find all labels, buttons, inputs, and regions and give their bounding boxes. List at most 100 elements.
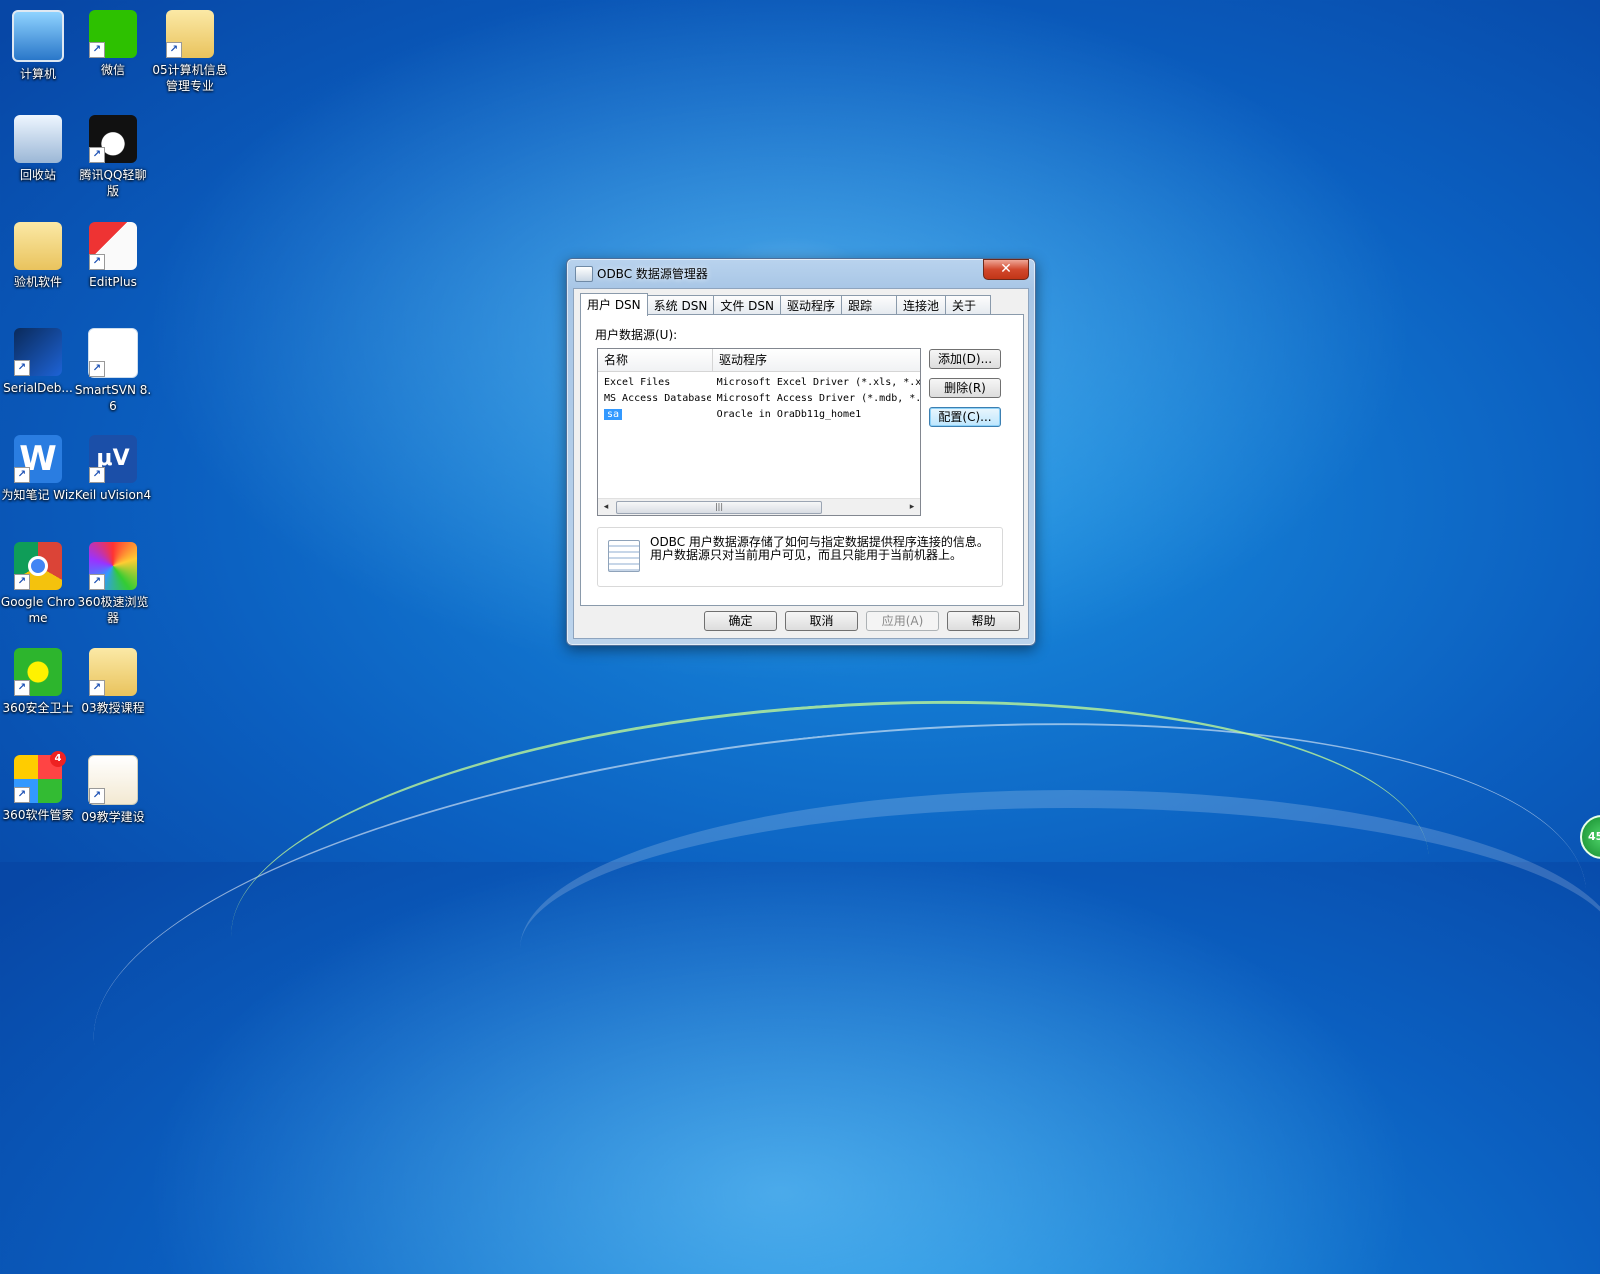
wallpaper-swoosh — [218, 663, 1442, 1130]
desktop-icon-label: 360安全卫士 — [2, 701, 74, 715]
shortcut-arrow-icon: ↗ — [14, 574, 30, 590]
folder-icon — [14, 222, 62, 270]
shortcut-arrow-icon: ↗ — [89, 680, 105, 696]
dsn-name-cell: sa — [598, 407, 711, 423]
desktop-icon-360-manager[interactable]: 4 ↗ 360软件管家 — [0, 751, 77, 823]
tab-file-dsn[interactable]: 文件 DSN — [713, 295, 781, 316]
desktop-icon-label: 腾讯QQ轻聊版 — [79, 168, 147, 198]
user-data-sources-label: 用户数据源(U): — [595, 328, 678, 342]
tab-about[interactable]: 关于 — [945, 295, 992, 316]
tab-user-dsn[interactable]: 用户 DSN — [580, 293, 648, 316]
speed-gadget[interactable]: 45 — [1580, 815, 1600, 859]
wallpaper-swoosh — [69, 657, 1600, 1274]
serial-debug-icon: ↗ — [14, 328, 62, 376]
desktop-icon-label: SerialDeb... — [3, 381, 73, 395]
desktop-icon-label: 计算机 — [19, 67, 56, 81]
remove-button[interactable]: 删除(R) — [929, 378, 1001, 398]
list-item[interactable]: MS Access Database Microsoft Access Driv… — [598, 391, 920, 407]
desktop-icon-360-safe[interactable]: ↗ 360安全卫士 — [0, 648, 77, 716]
dsn-name: MS Access Database — [604, 393, 711, 404]
dsn-driver: Microsoft Excel Driver (*.xls, *.x — [716, 377, 920, 388]
desktop-icon-03-course[interactable]: ↗ 03教授课程 — [74, 648, 152, 716]
360-safe-icon: ↗ — [14, 648, 62, 696]
horizontal-scrollbar[interactable]: ◂ ||| ▸ — [598, 498, 920, 515]
data-source-list[interactable]: 名称 驱动程序 Excel Files Microsoft Excel Driv… — [597, 348, 921, 516]
editplus-icon: ↗ — [89, 222, 137, 270]
scroll-right-icon[interactable]: ▸ — [904, 499, 920, 515]
desktop-icon-yanji[interactable]: 验机软件 — [0, 222, 77, 290]
chrome-icon: ↗ — [14, 542, 62, 590]
desktop-icon-editplus[interactable]: ↗ EditPlus — [74, 222, 152, 290]
wallpaper-swoosh — [520, 790, 1600, 1108]
tab-tracing[interactable]: 跟踪 — [840, 295, 897, 316]
odbc-dialog: ODBC 数据源管理器 ✕ 用户 DSN 系统 DSN 文件 DSN 驱动程序 … — [566, 258, 1036, 646]
scrollbar-thumb[interactable]: ||| — [616, 501, 822, 514]
apply-button[interactable]: 应用(A) — [866, 611, 939, 631]
scroll-left-icon[interactable]: ◂ — [598, 499, 614, 515]
desktop-icon-serialdebug[interactable]: ↗ SerialDeb... — [0, 328, 77, 396]
title-bar[interactable]: ODBC 数据源管理器 ✕ — [567, 259, 1035, 287]
dsn-driver: Oracle in OraDb11g_home1 — [716, 409, 862, 420]
desktop-icon-label: EditPlus — [89, 275, 137, 289]
help-button[interactable]: 帮助 — [947, 611, 1020, 631]
desktop-icon-wiz[interactable]: W ↗ 为知笔记 Wiz — [0, 435, 77, 503]
shortcut-arrow-icon: ↗ — [89, 574, 105, 590]
qq-penguin-icon: ↗ — [89, 115, 137, 163]
tab-system-dsn[interactable]: 系统 DSN — [646, 295, 715, 316]
desktop-icon-label: Keil uVision4 — [74, 488, 152, 502]
column-header-driver[interactable]: 驱动程序 — [713, 349, 919, 371]
shortcut-arrow-icon: ↗ — [166, 42, 182, 58]
desktop-icon-label: SmartSVN 8.6 — [74, 383, 152, 413]
recycle-bin-icon — [14, 115, 62, 163]
desktop-icon-label: 回收站 — [19, 168, 56, 182]
shortcut-arrow-icon: ↗ — [89, 42, 105, 58]
wechat-icon: ↗ — [89, 10, 137, 58]
desktop-icon-label: 微信 — [100, 63, 125, 77]
dialog-client-area: 用户 DSN 系统 DSN 文件 DSN 驱动程序 跟踪 连接池 关于 用户数据… — [573, 288, 1029, 639]
shortcut-arrow-icon: ↗ — [89, 467, 105, 483]
shortcut-arrow-icon: ↗ — [14, 360, 30, 376]
desktop-icon-360-browser[interactable]: ↗ 360极速浏览器 — [74, 542, 152, 626]
cancel-button[interactable]: 取消 — [785, 611, 858, 631]
desktop-icon-05-folder[interactable]: ↗ 05计算机信息管理专业 — [151, 10, 229, 94]
dsn-name: Excel Files — [604, 377, 671, 388]
desktop-icon-label: 360软件管家 — [2, 808, 74, 822]
desktop-icon-recycle-bin[interactable]: 回收站 — [0, 115, 77, 183]
list-header: 名称 驱动程序 — [598, 349, 920, 372]
360-software-manager-icon: 4 ↗ — [14, 751, 66, 803]
ok-button[interactable]: 确定 — [704, 611, 777, 631]
data-table-icon — [608, 540, 640, 572]
configure-button[interactable]: 配置(C)... — [929, 407, 1001, 427]
list-item-selected[interactable]: sa Oracle in OraDb11g_home1 — [598, 407, 920, 423]
add-button[interactable]: 添加(D)... — [929, 349, 1001, 369]
shortcut-arrow-icon: ↗ — [14, 467, 30, 483]
tab-connection-pooling[interactable]: 连接池 — [896, 295, 947, 316]
close-icon: ✕ — [1000, 261, 1012, 277]
desktop-icon-keil[interactable]: μV ↗ Keil uVision4 — [74, 435, 152, 503]
window-title: ODBC 数据源管理器 — [597, 267, 708, 281]
list-item[interactable]: Excel Files Microsoft Excel Driver (*.xl… — [598, 375, 920, 391]
smartsvn-icon: ↗ — [88, 328, 138, 378]
desktop-icon-label: 360极速浏览器 — [77, 595, 149, 625]
pdf-file-icon: ↗ — [88, 755, 138, 805]
desktop-icon-label: 05计算机信息管理专业 — [152, 63, 228, 93]
desktop-icon-label: 09教学建设 — [81, 810, 145, 824]
desktop-icon-qq[interactable]: ↗ 腾讯QQ轻聊版 — [74, 115, 152, 199]
desktop-icon-smartsvn[interactable]: ↗ SmartSVN 8.6 — [74, 328, 152, 414]
tab-drivers[interactable]: 驱动程序 — [779, 295, 842, 316]
desktop-icon-chrome[interactable]: ↗ Google Chrome — [0, 542, 77, 626]
column-header-name[interactable]: 名称 — [598, 349, 713, 371]
desktop-icon-wechat[interactable]: ↗ 微信 — [74, 10, 152, 78]
desktop-icon-computer[interactable]: 计算机 — [0, 10, 77, 82]
360-browser-icon: ↗ — [89, 542, 137, 590]
desktop-icon-label: 为知笔记 Wiz — [1, 488, 75, 502]
tab-strip: 用户 DSN 系统 DSN 文件 DSN 驱动程序 跟踪 连接池 关于 — [580, 293, 992, 316]
desktop-icon-09-teaching[interactable]: ↗ 09教学建设 — [74, 755, 152, 825]
desktop-icon-label: Google Chrome — [0, 595, 76, 625]
notification-badge: 4 — [50, 751, 66, 767]
info-text: ODBC 用户数据源存储了如何与指定数据提供程序连接的信息。用户数据源只对当前用… — [650, 535, 989, 562]
close-button[interactable]: ✕ — [983, 259, 1029, 280]
shortcut-arrow-icon: ↗ — [14, 787, 30, 803]
shortcut-arrow-icon: ↗ — [89, 361, 105, 377]
folder-icon: ↗ — [166, 10, 214, 58]
